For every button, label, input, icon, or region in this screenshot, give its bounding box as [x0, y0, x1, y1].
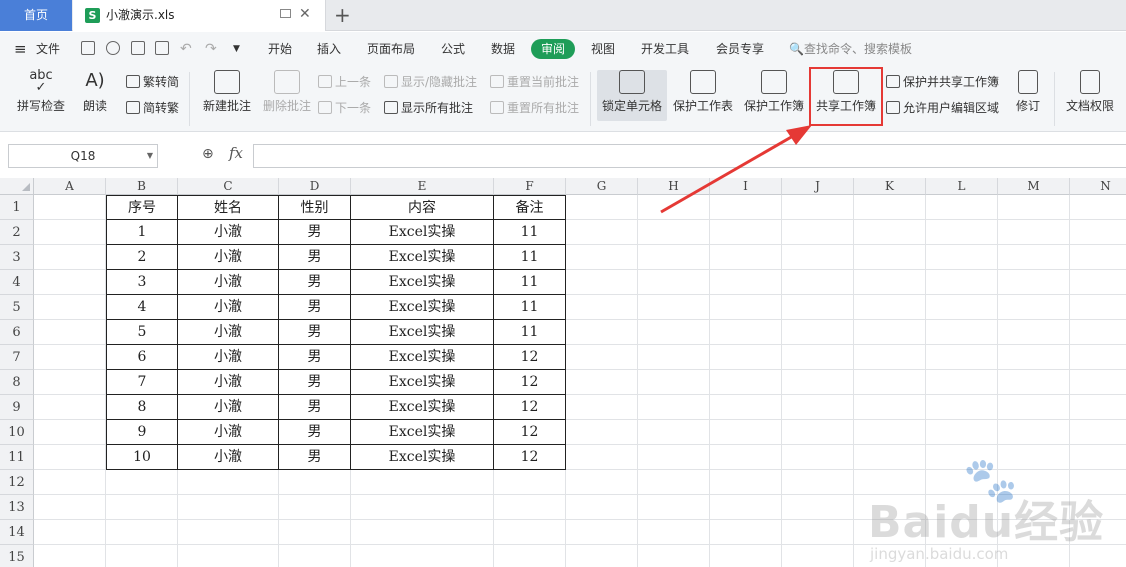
annotation-arrow: [660, 125, 812, 214]
